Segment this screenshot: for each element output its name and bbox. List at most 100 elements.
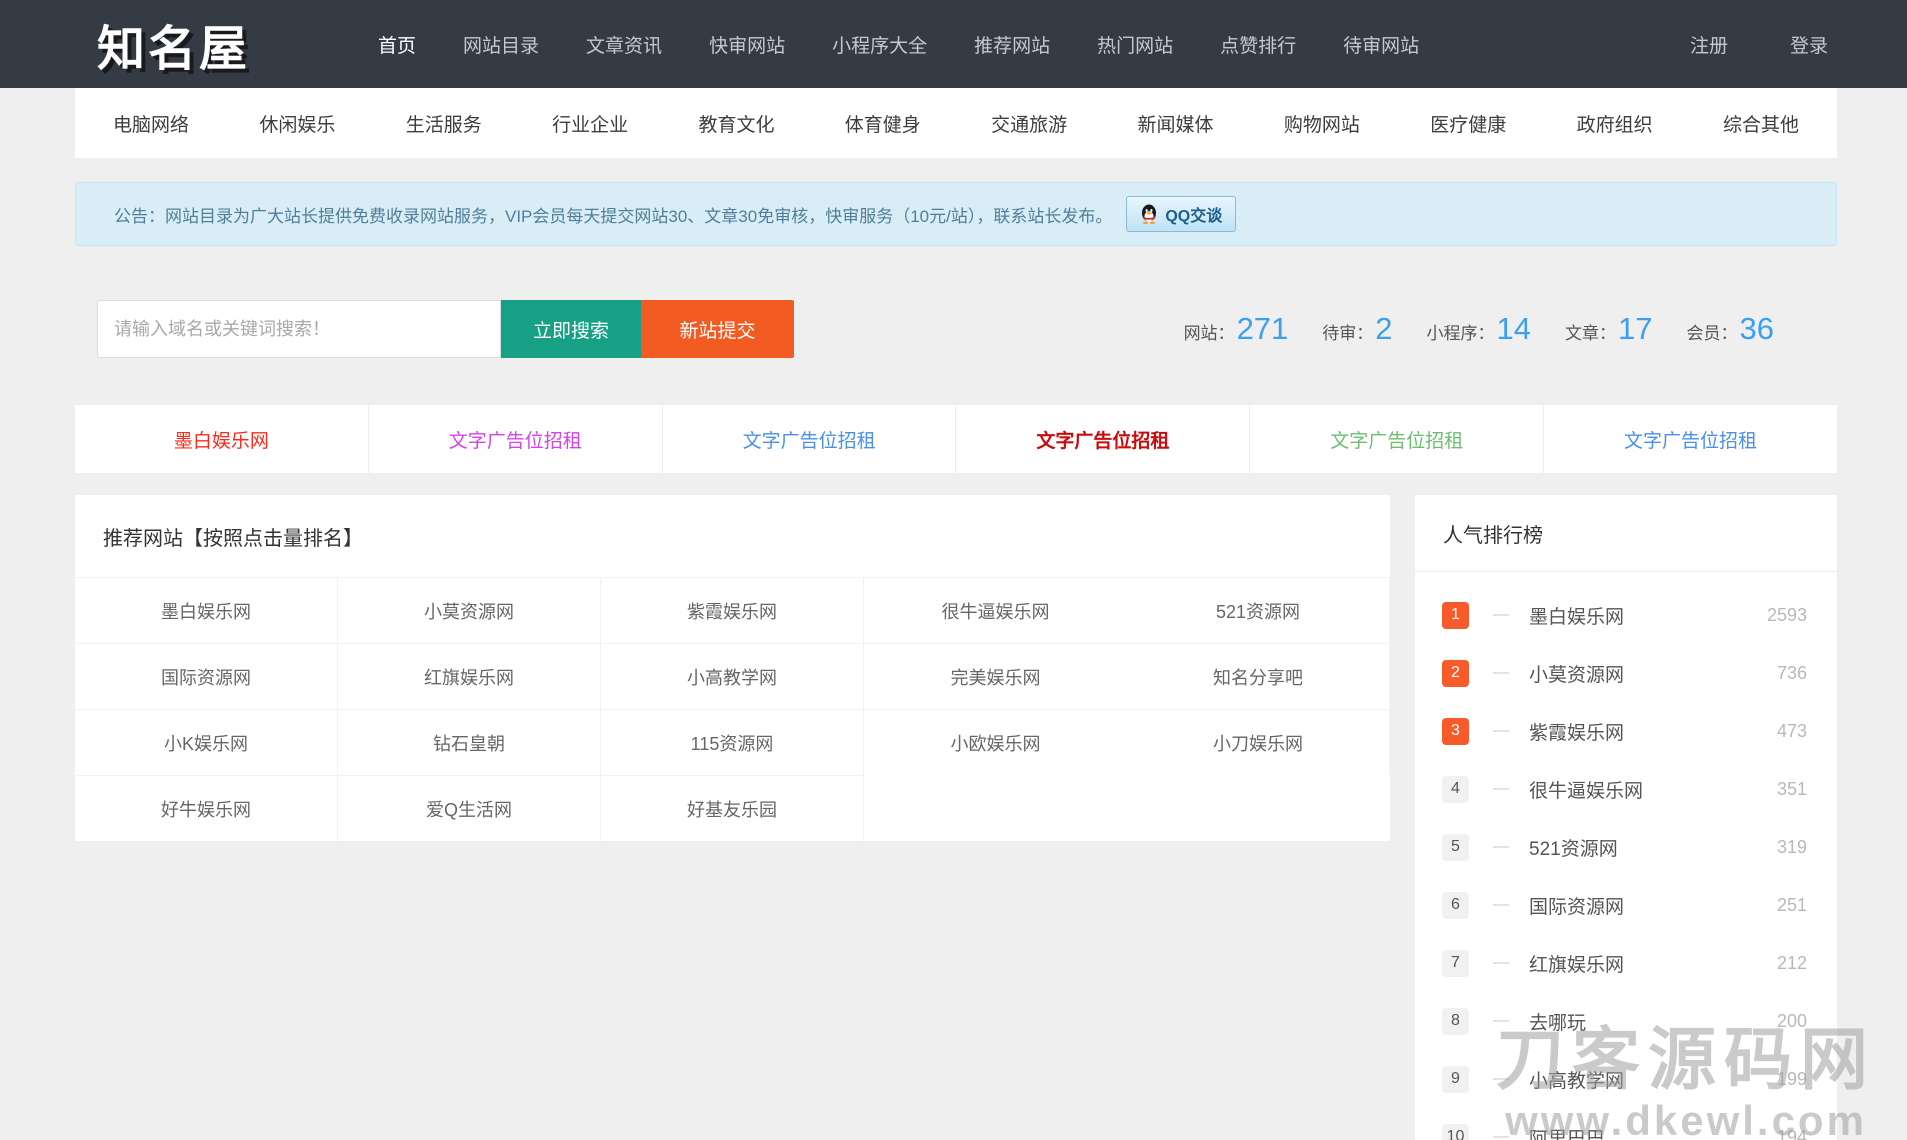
stat-value: 271: [1237, 311, 1289, 347]
main-menu-item[interactable]: 待审网站: [1343, 31, 1419, 58]
search-button[interactable]: 立即搜索: [501, 300, 641, 358]
recommended-site-link[interactable]: 115资源网: [601, 709, 864, 775]
ranked-site-link[interactable]: 小高教学网: [1529, 1066, 1624, 1093]
recommended-site-link[interactable]: 小K娱乐网: [75, 709, 338, 775]
submit-site-button[interactable]: 新站提交: [641, 300, 794, 358]
ranked-site-link[interactable]: 小莫资源网: [1529, 660, 1624, 687]
search-input[interactable]: [97, 300, 501, 358]
ranked-site-link[interactable]: 521资源网: [1529, 834, 1618, 861]
recommended-sites-grid: 墨白娱乐网 小莫资源网 紫霞娱乐网 很牛逼娱乐网 521资源网 国际资源网 红旗…: [75, 577, 1390, 841]
main-menu-item[interactable]: 文章资讯: [586, 31, 662, 58]
stat-label: 会员：: [1687, 319, 1738, 344]
rank-badge: 7: [1442, 950, 1469, 977]
text-ad-row: 墨白娱乐网 文字广告位招租 文字广告位招租 文字广告位招租 文字广告位招租 文字…: [75, 405, 1837, 473]
recommended-site-link[interactable]: 小刀娱乐网: [1127, 709, 1390, 775]
text-ad-link[interactable]: 文字广告位招租: [663, 405, 957, 473]
announcement-text: 公告：网站目录为广大站长提供免费收录网站服务，VIP会员每天提交网站30、文章3…: [114, 202, 1112, 227]
qq-chat-label: QQ交谈: [1165, 202, 1222, 226]
recommended-site-link[interactable]: 好基友乐园: [601, 775, 864, 841]
top-navbar: 知名屋 首页 网站目录 文章资讯 快审网站 小程序大全 推荐网站 热门网站 点赞…: [0, 0, 1907, 88]
category-item[interactable]: 电脑网络: [113, 110, 189, 137]
rank-dash: —: [1493, 722, 1509, 740]
category-item[interactable]: 生活服务: [406, 110, 482, 137]
category-item[interactable]: 购物网站: [1284, 110, 1360, 137]
recommended-site-link[interactable]: 完美娱乐网: [864, 643, 1127, 709]
rank-count: 212: [1777, 953, 1807, 974]
rank-count: 473: [1777, 721, 1807, 742]
stat-value: 36: [1740, 311, 1774, 347]
rank-count: 194: [1777, 1127, 1807, 1140]
account-menu-item[interactable]: 登录: [1790, 31, 1828, 58]
category-item[interactable]: 交通旅游: [991, 110, 1067, 137]
recommended-site-link[interactable]: 钻石皇朝: [338, 709, 601, 775]
site-logo[interactable]: 知名屋: [97, 9, 250, 79]
recommended-site-link[interactable]: 爱Q生活网: [338, 775, 601, 841]
recommended-site-link[interactable]: 墨白娱乐网: [75, 577, 338, 643]
category-item[interactable]: 医疗健康: [1430, 110, 1506, 137]
recommended-site-link[interactable]: 红旗娱乐网: [338, 643, 601, 709]
account-menu-item[interactable]: 注册: [1690, 31, 1728, 58]
ranked-site-link[interactable]: 阿里巴巴: [1529, 1124, 1605, 1140]
recommended-site-link[interactable]: 521资源网: [1127, 577, 1390, 643]
rank-dash: —: [1493, 1070, 1509, 1088]
text-ad-link[interactable]: 墨白娱乐网: [75, 405, 369, 473]
stat-label: 网站：: [1184, 319, 1235, 344]
rank-dash: —: [1493, 838, 1509, 856]
recommended-sites-title: 推荐网站【按照点击量排名】: [75, 495, 1390, 577]
rank-count: 199: [1777, 1069, 1807, 1090]
site-stats: 网站： 271 待审： 2 小程序： 14 文章： 17 会员： 36: [1184, 300, 1774, 358]
category-item[interactable]: 行业企业: [552, 110, 628, 137]
ranked-site-link[interactable]: 国际资源网: [1529, 892, 1624, 919]
text-ad-link[interactable]: 文字广告位招租: [369, 405, 663, 473]
main-menu-item[interactable]: 点赞排行: [1220, 31, 1296, 58]
text-ad-link[interactable]: 文字广告位招租: [956, 405, 1250, 473]
ranked-site-link[interactable]: 去哪玩: [1529, 1008, 1586, 1035]
announcement-bar: 公告：网站目录为广大站长提供免费收录网站服务，VIP会员每天提交网站30、文章3…: [75, 182, 1837, 246]
ranked-site-link[interactable]: 红旗娱乐网: [1529, 950, 1624, 977]
main-menu-item[interactable]: 小程序大全: [832, 31, 927, 58]
rank-count: 200: [1777, 1011, 1807, 1032]
ranked-site-link[interactable]: 紫霞娱乐网: [1529, 718, 1624, 745]
stat-item: 文章： 17: [1565, 311, 1652, 347]
main-menu-item[interactable]: 热门网站: [1097, 31, 1173, 58]
rank-badge: 5: [1442, 834, 1469, 861]
category-item[interactable]: 教育文化: [698, 110, 774, 137]
recommended-site-link[interactable]: 很牛逼娱乐网: [864, 577, 1127, 643]
main-menu-item[interactable]: 快审网站: [709, 31, 785, 58]
main-menu: 首页 网站目录 文章资讯 快审网站 小程序大全 推荐网站 热门网站 点赞排行 待…: [378, 31, 1419, 58]
rank-count: 736: [1777, 663, 1807, 684]
recommended-site-link[interactable]: 小高教学网: [601, 643, 864, 709]
category-item[interactable]: 体育健身: [845, 110, 921, 137]
ranking-row: 8 — 去哪玩 200: [1442, 992, 1807, 1050]
recommended-site-link[interactable]: 紫霞娱乐网: [601, 577, 864, 643]
recommended-site-link[interactable]: 知名分享吧: [1127, 643, 1390, 709]
ranking-row: 3 — 紫霞娱乐网 473: [1442, 702, 1807, 760]
qq-chat-button[interactable]: QQ交谈: [1126, 196, 1236, 232]
rank-badge: 6: [1442, 892, 1469, 919]
stat-item: 待审： 2: [1322, 311, 1392, 347]
ranking-row: 9 — 小高教学网 199: [1442, 1050, 1807, 1108]
ranking-row: 2 — 小莫资源网 736: [1442, 644, 1807, 702]
text-ad-link[interactable]: 文字广告位招租: [1544, 405, 1837, 473]
category-item[interactable]: 休闲娱乐: [259, 110, 335, 137]
recommended-site-link[interactable]: 好牛娱乐网: [75, 775, 338, 841]
category-item[interactable]: 综合其他: [1723, 110, 1799, 137]
recommended-site-link[interactable]: 小莫资源网: [338, 577, 601, 643]
ranking-row: 7 — 红旗娱乐网 212: [1442, 934, 1807, 992]
category-item[interactable]: 新闻媒体: [1138, 110, 1214, 137]
category-item[interactable]: 政府组织: [1577, 110, 1653, 137]
rank-dash: —: [1493, 606, 1509, 624]
recommended-site-link[interactable]: 国际资源网: [75, 643, 338, 709]
rank-count: 319: [1777, 837, 1807, 858]
text-ad-link[interactable]: 文字广告位招租: [1250, 405, 1544, 473]
ranked-site-link[interactable]: 很牛逼娱乐网: [1529, 776, 1643, 803]
recommended-site-link[interactable]: 小欧娱乐网: [864, 709, 1127, 775]
main-menu-item[interactable]: 网站目录: [463, 31, 539, 58]
stat-item: 网站： 271: [1184, 311, 1289, 347]
stat-value: 17: [1618, 311, 1652, 347]
main-menu-item[interactable]: 推荐网站: [974, 31, 1050, 58]
main-menu-item[interactable]: 首页: [378, 31, 416, 58]
stat-value: 14: [1497, 311, 1531, 347]
rank-badge: 8: [1442, 1008, 1469, 1035]
ranked-site-link[interactable]: 墨白娱乐网: [1529, 602, 1624, 629]
